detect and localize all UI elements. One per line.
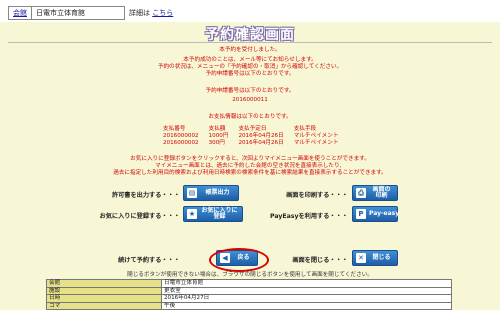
action-row-1: 許可書を出力する・・・ ▤ 帳票出力 画面を印刷する・・・ ⎙ 画面の 印刷 bbox=[0, 184, 500, 204]
payeasy-button[interactable]: P Pay-easy bbox=[352, 206, 400, 222]
permit-output-label: 帳票出力 bbox=[205, 188, 230, 196]
close-icon: ✕ bbox=[356, 253, 366, 263]
payment-cell: 2016年04月26日 bbox=[238, 140, 284, 147]
print-screen-button[interactable]: ⎙ 画面の 印刷 bbox=[352, 185, 398, 201]
payeasy-icon: P bbox=[356, 209, 366, 219]
message-payment-info: お支払情報は以下のとおりです。 bbox=[208, 114, 292, 120]
printer-icon: ⎙ bbox=[356, 188, 366, 198]
reservation-info-table: 会館 日電市立体育館 施設 更衣室 日時 2016年04月27日 コマ 午後 bbox=[46, 279, 452, 310]
info-row: コマ 午後 bbox=[46, 301, 452, 310]
permit-output-button[interactable]: ▤ 帳票出力 bbox=[183, 185, 239, 201]
info-row: 日時 2016年04月27日 bbox=[46, 294, 452, 303]
header-table: 会館 日電市立体育館 詳細は こちら bbox=[8, 6, 177, 20]
action-row-2: お気に入りに登録する・・・ ★ お気に入りに 登録 PayEasyを利用する・・… bbox=[0, 205, 500, 225]
message-appno-label-2: 予約申請番号は以下のとおりです。 bbox=[205, 88, 295, 94]
payment-cell: 2016000002 bbox=[163, 140, 199, 147]
payment-row: 2016000002 300円 2016年04月26日 マルチペイメント bbox=[158, 140, 343, 147]
detail-link[interactable]: こちら bbox=[152, 9, 173, 17]
info-value: 日電市立体育館 bbox=[161, 279, 452, 288]
close-button[interactable]: ✕ 閉じる bbox=[352, 250, 398, 266]
document-icon: ▤ bbox=[187, 188, 197, 198]
header-bar: 会館 日電市立体育館 詳細は こちら bbox=[0, 0, 500, 22]
info-key: 日時 bbox=[46, 294, 162, 303]
print-screen-label: 画面の 印刷 bbox=[372, 185, 391, 199]
title-wrap: 予約確認画面 bbox=[0, 24, 500, 44]
payment-table: 支払番号 支払額 支払予定日 支払手段 2016000002 1000円 201… bbox=[158, 126, 343, 148]
payment-header: 支払番号 bbox=[163, 126, 186, 132]
highlight-circle bbox=[209, 248, 269, 272]
info-value: 午後 bbox=[161, 301, 452, 310]
header-detail: 詳細は こちら bbox=[125, 7, 178, 20]
hint-search: 過去に指定した利用目的検索および利用日時検索の検索条件を基に検索結果を直接表示す… bbox=[113, 170, 387, 176]
payment-cell: 2016000002 bbox=[163, 133, 199, 140]
info-key: コマ bbox=[46, 301, 162, 310]
payment-cell: マルチペイメント bbox=[293, 140, 339, 147]
info-row: 施設 更衣室 bbox=[46, 286, 452, 295]
favorite-label: お気に入りに登録する・・・ bbox=[99, 213, 180, 220]
info-row: 会館 日電市立体育館 bbox=[46, 279, 452, 288]
info-key: 会館 bbox=[46, 279, 162, 288]
page-title: 予約確認画面 bbox=[205, 27, 295, 43]
add-favorite-button[interactable]: ★ お気に入りに 登録 bbox=[183, 206, 243, 222]
info-value: 更衣室 bbox=[161, 286, 452, 295]
info-value: 2016年04月27日 bbox=[161, 294, 452, 303]
close-button-label: 閉じる bbox=[372, 253, 391, 261]
payeasy-label: PayEasyを利用する・・・ bbox=[269, 213, 348, 220]
print-label: 画面を印刷する・・・ bbox=[286, 192, 348, 199]
info-key: 施設 bbox=[46, 286, 162, 295]
detail-label: 詳細は bbox=[129, 9, 150, 17]
continue-label: 続けて予約する・・・ bbox=[118, 257, 180, 264]
close-label: 画面を閉じる・・・ bbox=[292, 257, 348, 264]
close-note: 閉じるボタンが使用できない場合は、ブラウザの閉じるボタンを使用して画面を閉じてく… bbox=[127, 272, 373, 278]
application-number: 2016000011 bbox=[232, 97, 268, 103]
message-appno-label: 予約申請番号は以下のとおりです。 bbox=[205, 71, 295, 77]
header-cell-link: 会館 bbox=[8, 6, 32, 20]
hall-link[interactable]: 会館 bbox=[13, 9, 27, 17]
add-favorite-label: お気に入りに 登録 bbox=[201, 206, 238, 220]
title-divider bbox=[8, 42, 492, 43]
star-icon: ★ bbox=[187, 209, 197, 219]
message-accepted: 本予約を受付しました。 bbox=[219, 47, 281, 53]
payment-cell: 300円 bbox=[208, 140, 225, 147]
header-facility-name: 日電市立体育館 bbox=[31, 6, 125, 20]
payeasy-button-label: Pay-easy bbox=[369, 209, 400, 217]
permit-label: 許可書を出力する・・・ bbox=[111, 192, 180, 199]
